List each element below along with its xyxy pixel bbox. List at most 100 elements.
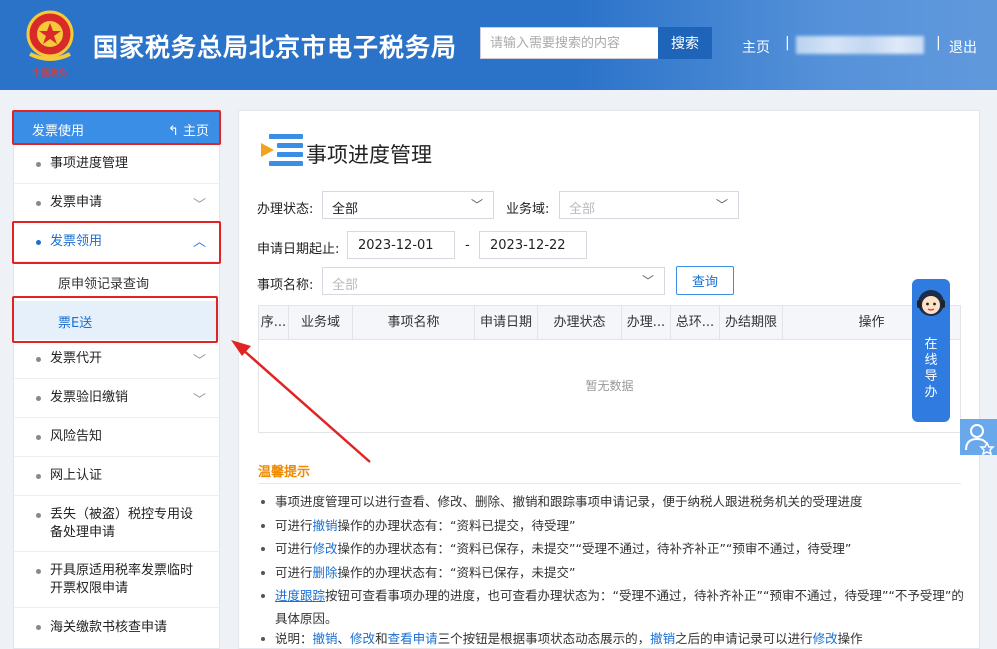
sidebar-item-customs-check[interactable]: 海关缴款书核查申请	[14, 608, 219, 648]
online-guide-widget[interactable]: 在线导办	[912, 279, 950, 422]
search-box: 搜索	[480, 27, 712, 59]
site-title: 国家税务总局北京市电子税务局	[93, 33, 458, 62]
tip-item: 事项进度管理可以进行查看、修改、删除、撤销和跟踪事项申请记录，便于纳税人跟进税务…	[261, 490, 965, 513]
column-header[interactable]: 业务域	[289, 306, 353, 340]
column-header[interactable]: 办理...	[622, 306, 671, 340]
date-range-label: 申请日期起止:	[257, 242, 340, 257]
tips-title: 温馨提示	[258, 465, 311, 480]
tip-keyword: 修改	[812, 631, 838, 646]
column-header[interactable]: 申请日期	[475, 306, 538, 340]
tip-text: 操作的办理状态有：“资料已保存，未提交”“受理不通过，待补齐补正”“预审不通过，…	[337, 541, 852, 556]
bullet-icon	[36, 162, 41, 167]
tip-text: 和	[375, 631, 388, 646]
tip-text: 按钮可查看事项办理的进度，也可查看办理状态为：“受理不通过，待补齐补正”“预审不…	[275, 588, 964, 626]
bullet-icon	[36, 513, 41, 518]
query-button[interactable]: 查询	[676, 266, 734, 295]
tip-keyword: 撤销	[650, 631, 676, 646]
tip-keyword: 查看申请	[387, 631, 438, 646]
chevron-down-icon: ﹀	[715, 198, 728, 212]
date-to-input[interactable]: 2023-12-22	[479, 231, 587, 259]
chevron-down-icon: ﹀	[193, 393, 207, 408]
sidebar-item-label: 事项进度管理	[50, 156, 129, 171]
column-header[interactable]: 总环...	[671, 306, 720, 340]
status-select-value: 全部	[332, 202, 359, 217]
emblem-text: 中国税务	[32, 67, 68, 79]
sidebar-item-label: 发票验旧缴销	[50, 390, 129, 405]
highlight-box	[12, 221, 221, 264]
column-header[interactable]: 事项名称	[353, 306, 475, 340]
tip-item: 可进行删除操作的办理状态有：“资料已保存，未提交”	[261, 561, 965, 584]
search-input[interactable]	[481, 28, 657, 58]
sidebar-item-label: 海关缴款书核查申请	[50, 620, 168, 635]
divider	[258, 483, 961, 484]
domain-select-value: 全部	[569, 202, 596, 217]
bullet-icon	[36, 569, 41, 574]
progress-track-link[interactable]: 进度跟踪	[275, 588, 325, 603]
tip-text: 、	[337, 631, 351, 646]
sidebar-item-old-tax-rate[interactable]: 开具原适用税率发票临时开票权限申请	[14, 552, 219, 608]
sidebar-item-label: 发票申请	[50, 195, 103, 210]
sidebar-item-label: 开具原适用税率发票临时开票权限申请	[50, 563, 194, 596]
table-header: 序... 业务域 事项名称 申请日期 办理状态 办理... 总环... 办结期限…	[259, 306, 960, 340]
page-title: 事项进度管理	[306, 143, 432, 167]
guide-char: 在	[924, 337, 938, 352]
sidebar-item-lost-device[interactable]: 丢失（被盗）税控专用设备处理申请	[14, 496, 219, 552]
status-select[interactable]: 全部 ﹀	[322, 191, 494, 219]
tip-item: 说明：撤销、修改和查看申请三个按钮是根据事项状态动态展示的，撤销之后的申请记录可…	[261, 627, 965, 649]
chevron-down-icon: ﹀	[641, 274, 654, 288]
item-name-select[interactable]: 全部 ﹀	[322, 267, 665, 295]
person-star-icon	[965, 424, 995, 456]
sidebar-item-online-auth[interactable]: 网上认证	[14, 457, 219, 496]
tip-text: 说明：	[275, 631, 313, 646]
tip-item: 进度跟踪按钮可查看事项办理的进度，也可查看办理状态为：“受理不通过，待补齐补正”…	[261, 584, 965, 630]
sidebar-item-risk-notice[interactable]: 风险告知	[14, 418, 219, 457]
tip-text: 三个按钮是根据事项状态动态展示的，	[437, 631, 651, 646]
column-header[interactable]: 序...	[259, 306, 289, 340]
sidebar-item-label: 丢失（被盗）税控专用设备处理申请	[50, 507, 194, 540]
user-profile-icon[interactable]	[960, 419, 997, 456]
date-dash: -	[465, 238, 470, 253]
nav-home-link[interactable]: 主页	[742, 37, 770, 57]
logout-link[interactable]: 退出	[949, 37, 977, 57]
search-button[interactable]: 搜索	[658, 27, 712, 59]
tip-text: 事项进度管理可以进行查看、修改、删除、撤销和跟踪事项申请记录，便于纳税人跟进税务…	[275, 494, 863, 509]
sidebar-item-invoice-cancel[interactable]: 发票验旧缴销 ﹀	[14, 379, 219, 418]
chevron-down-icon: ﹀	[470, 198, 483, 212]
bullet-icon	[36, 625, 41, 630]
main-panel: 事项进度管理 办理状态: 全部 ﹀ 业务域: 全部 ﹀ 申请日期起止: 2023…	[238, 110, 980, 649]
tip-keyword: 撤销	[312, 631, 338, 646]
highlight-box	[12, 296, 218, 343]
site-header: 中国税务 国家税务总局北京市电子税务局 搜索 主页 | | 退出	[0, 0, 997, 90]
list-play-icon	[261, 134, 303, 166]
user-name-blurred	[796, 36, 924, 54]
bullet-icon	[36, 357, 41, 362]
bullet-icon	[36, 201, 41, 206]
chevron-down-icon: ﹀	[193, 198, 207, 213]
item-name-label: 事项名称:	[257, 278, 314, 293]
bullet-icon	[36, 435, 41, 440]
chevron-down-icon: ﹀	[193, 354, 207, 369]
column-header[interactable]: 办结期限	[720, 306, 783, 340]
tip-keyword: 修改	[350, 631, 376, 646]
tip-text: 可进行	[275, 541, 313, 556]
status-label: 办理状态:	[257, 202, 314, 217]
column-header[interactable]: 办理状态	[538, 306, 622, 340]
guide-char: 线	[924, 353, 938, 368]
results-table: 序... 业务域 事项名称 申请日期 办理状态 办理... 总环... 办结期限…	[258, 305, 961, 433]
tip-keyword: 修改	[312, 541, 338, 556]
guide-char: 导	[924, 369, 938, 384]
sidebar-item-label: 风险告知	[50, 429, 103, 444]
sidebar-item-progress[interactable]: 事项进度管理	[14, 145, 219, 184]
tip-keyword: 撤销	[312, 518, 338, 533]
empty-state: 暂无数据	[585, 379, 634, 393]
sidebar-item-invoice-apply[interactable]: 发票申请 ﹀	[14, 184, 219, 223]
tip-keyword: 删除	[312, 565, 338, 580]
sidebar-item-label: 发票代开	[50, 351, 103, 366]
domain-select[interactable]: 全部 ﹀	[559, 191, 739, 219]
item-name-select-value: 全部	[332, 278, 359, 293]
domain-label: 业务域:	[506, 202, 550, 217]
nav-separator: |	[936, 35, 941, 51]
bullet-icon	[36, 396, 41, 401]
sidebar-item-invoice-agent[interactable]: 发票代开 ﹀	[14, 340, 219, 379]
date-from-input[interactable]: 2023-12-01	[347, 231, 455, 259]
